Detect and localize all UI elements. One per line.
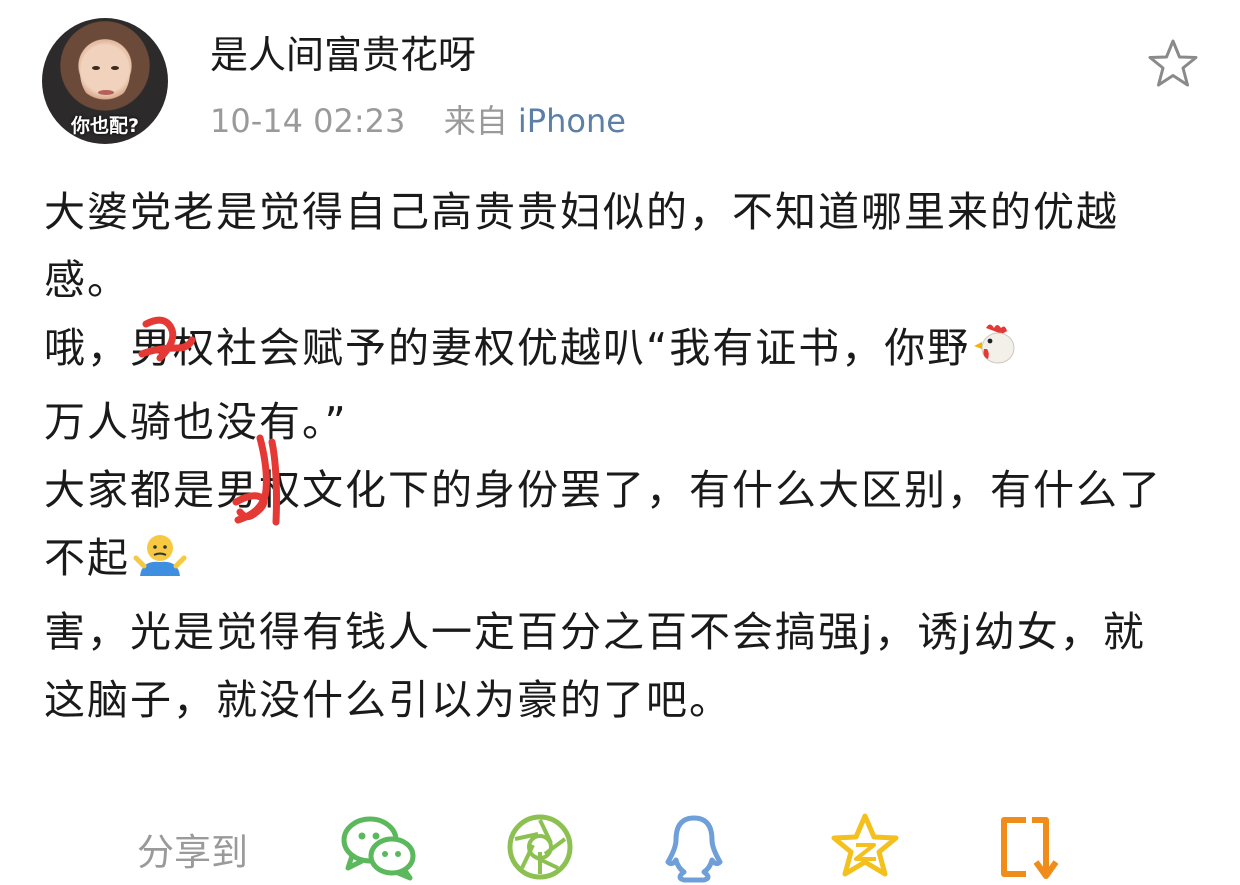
paragraph-1: 大婆党老是觉得自己高贵贵妇似的，不知道哪里来的优越感。 (44, 188, 1119, 304)
favorite-star-icon[interactable] (1146, 38, 1200, 90)
paragraph-4: 害，光是觉得有钱人一定百分之百不会搞强j，诱j幼女，就这脑子，就没什么引以为豪的… (44, 608, 1146, 724)
post-meta: 10-14 02:23 来自 iPhone (210, 96, 626, 142)
qq-icon[interactable] (663, 812, 725, 884)
shrug-emoji-icon (132, 530, 188, 598)
wechat-icon[interactable] (340, 812, 418, 882)
avatar-eye (92, 66, 100, 70)
paragraph-2-line-2: 万人骑也没有。” (44, 398, 348, 446)
avatar-caption: 你也配? (70, 115, 140, 137)
paragraph-3: 大家都是男权文化下的身份罢了，有什么大区别，有什么了不起 (44, 456, 1184, 598)
weibo-icon[interactable] (996, 812, 1058, 884)
qzone-icon[interactable] (830, 812, 900, 882)
post-source-prefix: 来自 (443, 102, 508, 140)
paragraph-2-line-1: 哦，男权社会赋予的妻权优越叭“我有证书，你野 (44, 324, 971, 372)
avatar-eye (111, 66, 119, 70)
post-content: 大婆党老是觉得自己高贵贵妇似的，不知道哪里来的优越感。 哦，男权社会赋予的妻权优… (44, 178, 1184, 734)
post-timestamp: 10-14 02:23 (210, 102, 406, 140)
paragraph-3-text: 大家都是男权文化下的身份罢了，有什么大区别，有什么了不起 (44, 466, 1162, 582)
post-source[interactable]: iPhone (518, 102, 626, 140)
moments-icon[interactable] (505, 812, 575, 882)
avatar[interactable]: 你也配? (42, 18, 168, 144)
username[interactable]: 是人间富贵花呀 (210, 24, 476, 79)
share-label: 分享到 (137, 831, 248, 874)
avatar-mouth (98, 90, 114, 95)
rooster-emoji-icon (972, 320, 1020, 388)
paragraph-2: 哦，男权社会赋予的妻权优越叭“我有证书，你野 万人骑也没有。” (44, 314, 1184, 456)
